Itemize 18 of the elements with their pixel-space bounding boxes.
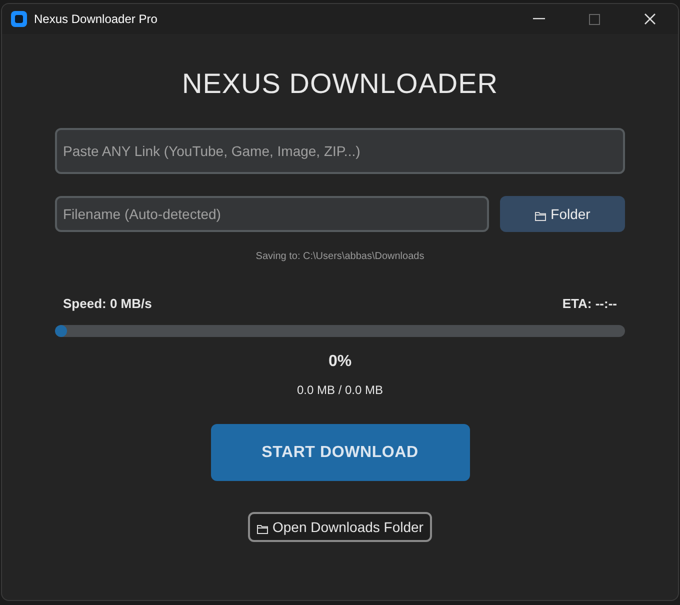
size-label: 0.0 MB / 0.0 MB	[296, 383, 384, 397]
save-path: Saving to: C:\Users\abbas\Downloads	[256, 251, 424, 262]
folder-button[interactable]: Folder	[500, 196, 625, 232]
close-icon[interactable]	[644, 13, 656, 25]
window-title: Nexus Downloader Pro	[34, 12, 158, 26]
speed-label: Speed: 0 MB/s	[63, 296, 152, 311]
folder-icon	[256, 524, 268, 534]
start-download-button[interactable]: START DOWNLOAD	[210, 424, 470, 481]
eta-label: ETA: --:--	[562, 296, 617, 311]
percent-label: 0%	[328, 353, 352, 371]
minimize-icon[interactable]	[533, 18, 545, 20]
maximize-icon[interactable]	[589, 14, 600, 24]
filename-field[interactable]: Filename (Auto-detected)	[55, 196, 489, 232]
folder-icon	[534, 210, 546, 220]
app-icon	[11, 11, 27, 27]
app-heading: NEXUS DOWNLOADER	[182, 68, 498, 100]
link-field[interactable]: Paste ANY Link (YouTube, Game, Image, ZIP...)	[55, 128, 625, 174]
open-folder-button[interactable]: Open Downloads Folder	[248, 512, 432, 542]
